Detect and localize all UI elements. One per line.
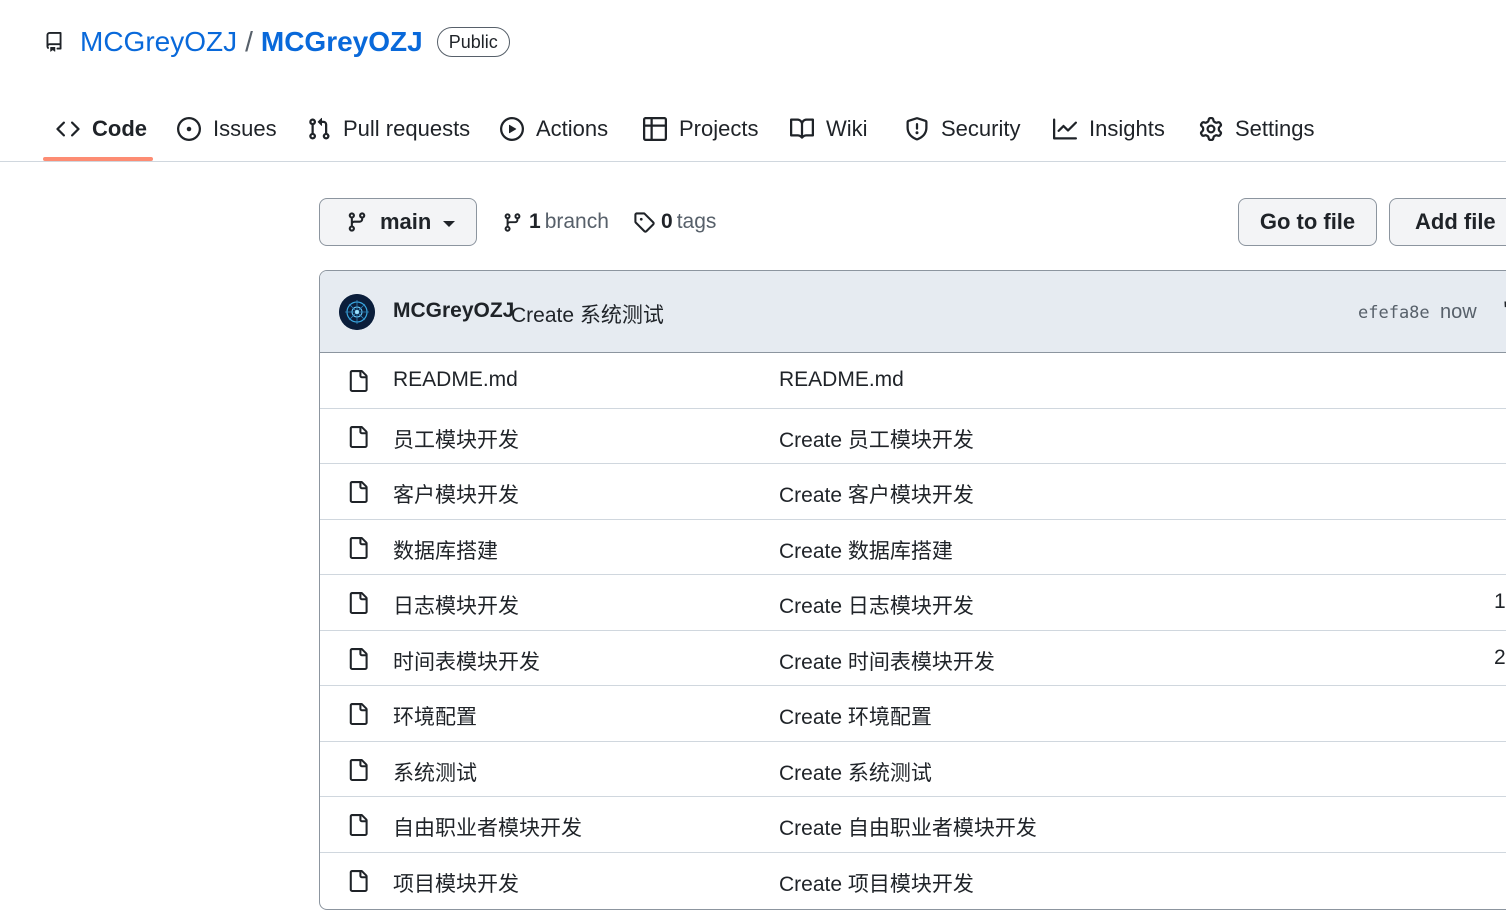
file-row[interactable]: 环境配置 Create 环境配置 <box>320 686 1506 742</box>
repo-name-link[interactable]: MCGreyOZJ <box>261 26 423 58</box>
chevron-down-icon <box>443 221 456 227</box>
file-commit-message-link[interactable]: Create 系统测试 <box>779 757 932 787</box>
file-commit-message-link[interactable]: Create 日志模块开发 <box>779 590 974 620</box>
file-name-link[interactable]: 员工模块开发 <box>393 424 519 454</box>
file-row[interactable]: 时间表模块开发 Create 时间表模块开发 2 <box>320 631 1506 686</box>
git-pull-request-icon <box>309 117 330 140</box>
file-commit-message-link[interactable]: Create 环境配置 <box>779 701 932 731</box>
file-commit-age: 1 <box>1494 590 1506 613</box>
file-commit-message-link[interactable]: README.md <box>779 368 904 392</box>
branch-select-button[interactable]: main <box>319 198 477 246</box>
file-name-link[interactable]: 环境配置 <box>393 701 477 731</box>
tab-label: Issues <box>213 116 277 141</box>
tab-label: Wiki <box>826 116 868 141</box>
latest-commit-bar: MCGreyOZJ Create 系统测试 efefa8e now " <box>320 271 1506 353</box>
file-name-link[interactable]: 时间表模块开发 <box>393 646 540 676</box>
file-row[interactable]: 项目模块开发 Create 项目模块开发 <box>320 853 1506 909</box>
git-branch-icon <box>348 212 366 232</box>
file-name-link[interactable]: 日志模块开发 <box>393 590 519 620</box>
current-branch-label: main <box>380 209 432 234</box>
play-icon <box>500 117 524 141</box>
file-name-link[interactable]: 项目模块开发 <box>393 868 519 898</box>
table-icon <box>643 117 667 141</box>
tab-label: Code <box>92 116 147 141</box>
file-name-link[interactable]: 系统测试 <box>393 757 477 787</box>
file-icon <box>347 369 369 398</box>
file-commit-message-link[interactable]: Create 时间表模块开发 <box>779 646 995 676</box>
repo-header: MCGreyOZJ / MCGreyOZJ Public <box>44 22 510 62</box>
commit-sha-link[interactable]: efefa8e <box>1358 303 1430 323</box>
file-row[interactable]: 日志模块开发 Create 日志模块开发 1 <box>320 575 1506 631</box>
graph-icon <box>1053 118 1077 140</box>
file-icon <box>347 591 369 620</box>
branch-count: 1 <box>529 210 541 233</box>
file-icon <box>347 647 369 676</box>
file-commit-age: 2 <box>1494 645 1506 669</box>
file-icon <box>347 758 369 787</box>
file-row[interactable]: 系统测试 Create 系统测试 <box>320 742 1506 797</box>
tag-count-label: tags <box>676 210 717 233</box>
go-to-file-button[interactable]: Go to file <box>1238 198 1377 246</box>
commit-author-link[interactable]: MCGreyOZJ <box>393 299 514 323</box>
commit-time: now <box>1440 301 1477 323</box>
gear-icon <box>1199 117 1223 141</box>
file-icon <box>347 425 369 454</box>
file-name-link[interactable]: 客户模块开发 <box>393 479 519 509</box>
issue-opened-icon <box>177 117 201 141</box>
visibility-badge: Public <box>436 27 510 57</box>
tab-issues[interactable]: Issues <box>177 96 277 162</box>
tab-insights[interactable]: Insights <box>1053 96 1165 162</box>
file-row[interactable]: 员工模块开发 Create 员工模块开发 <box>320 409 1506 464</box>
commit-message-link[interactable]: Create 系统测试 <box>511 299 664 329</box>
file-icon <box>347 536 369 565</box>
tab-projects[interactable]: Projects <box>643 96 758 162</box>
code-icon <box>56 121 80 137</box>
tab-code[interactable]: Code <box>56 96 147 162</box>
file-name-link[interactable]: README.md <box>393 368 518 392</box>
shield-icon <box>906 117 928 141</box>
add-file-button[interactable]: Add file <box>1389 198 1506 246</box>
active-tab-underline <box>43 157 153 161</box>
file-row[interactable]: 客户模块开发 Create 客户模块开发 <box>320 464 1506 520</box>
file-commit-message-link[interactable]: Create 数据库搭建 <box>779 535 953 565</box>
repo-owner-link[interactable]: MCGreyOZJ <box>80 26 237 58</box>
file-row[interactable]: 数据库搭建 Create 数据库搭建 <box>320 520 1506 575</box>
file-name-link[interactable]: 自由职业者模块开发 <box>393 812 582 842</box>
tag-icon <box>634 212 655 233</box>
branches-link[interactable]: 1 branch <box>502 206 609 238</box>
book-icon <box>790 118 814 139</box>
file-commit-message-link[interactable]: Create 项目模块开发 <box>779 868 974 898</box>
tab-pull-requests[interactable]: Pull requests <box>307 96 470 162</box>
file-icon <box>347 813 369 842</box>
tab-label: Pull requests <box>343 116 471 141</box>
file-name-link[interactable]: 数据库搭建 <box>393 535 498 565</box>
tab-actions[interactable]: Actions <box>500 96 608 162</box>
avatar[interactable] <box>339 294 375 330</box>
tab-label: Projects <box>679 116 759 141</box>
file-list: MCGreyOZJ Create 系统测试 efefa8e now " READ… <box>319 270 1506 910</box>
file-icon <box>347 869 369 898</box>
repo-nav-tabs: Code Issues Pull requests Actions Projec… <box>0 96 1506 162</box>
tag-count: 0 <box>661 210 673 233</box>
tab-label: Settings <box>1235 116 1315 141</box>
tab-settings[interactable]: Settings <box>1199 96 1315 162</box>
repo-icon <box>44 29 66 55</box>
tab-label: Insights <box>1089 116 1165 141</box>
branch-count-label: branch <box>544 210 609 233</box>
repo-separator: / <box>245 26 253 57</box>
file-row[interactable]: README.md README.md <box>320 353 1506 409</box>
tags-link[interactable]: 0 tags <box>633 206 716 238</box>
file-commit-message-link[interactable]: Create 员工模块开发 <box>779 424 974 454</box>
file-icon <box>347 702 369 731</box>
file-icon <box>347 480 369 509</box>
add-file-label: Add file <box>1415 209 1496 234</box>
tab-label: Security <box>941 116 1021 141</box>
file-commit-message-link[interactable]: Create 自由职业者模块开发 <box>779 812 1037 842</box>
tab-security[interactable]: Security <box>905 96 1020 162</box>
tab-wiki[interactable]: Wiki <box>790 96 868 162</box>
file-commit-message-link[interactable]: Create 客户模块开发 <box>779 479 974 509</box>
tab-label: Actions <box>536 116 609 141</box>
git-branch-icon <box>504 212 521 232</box>
file-row[interactable]: 自由职业者模块开发 Create 自由职业者模块开发 <box>320 797 1506 853</box>
